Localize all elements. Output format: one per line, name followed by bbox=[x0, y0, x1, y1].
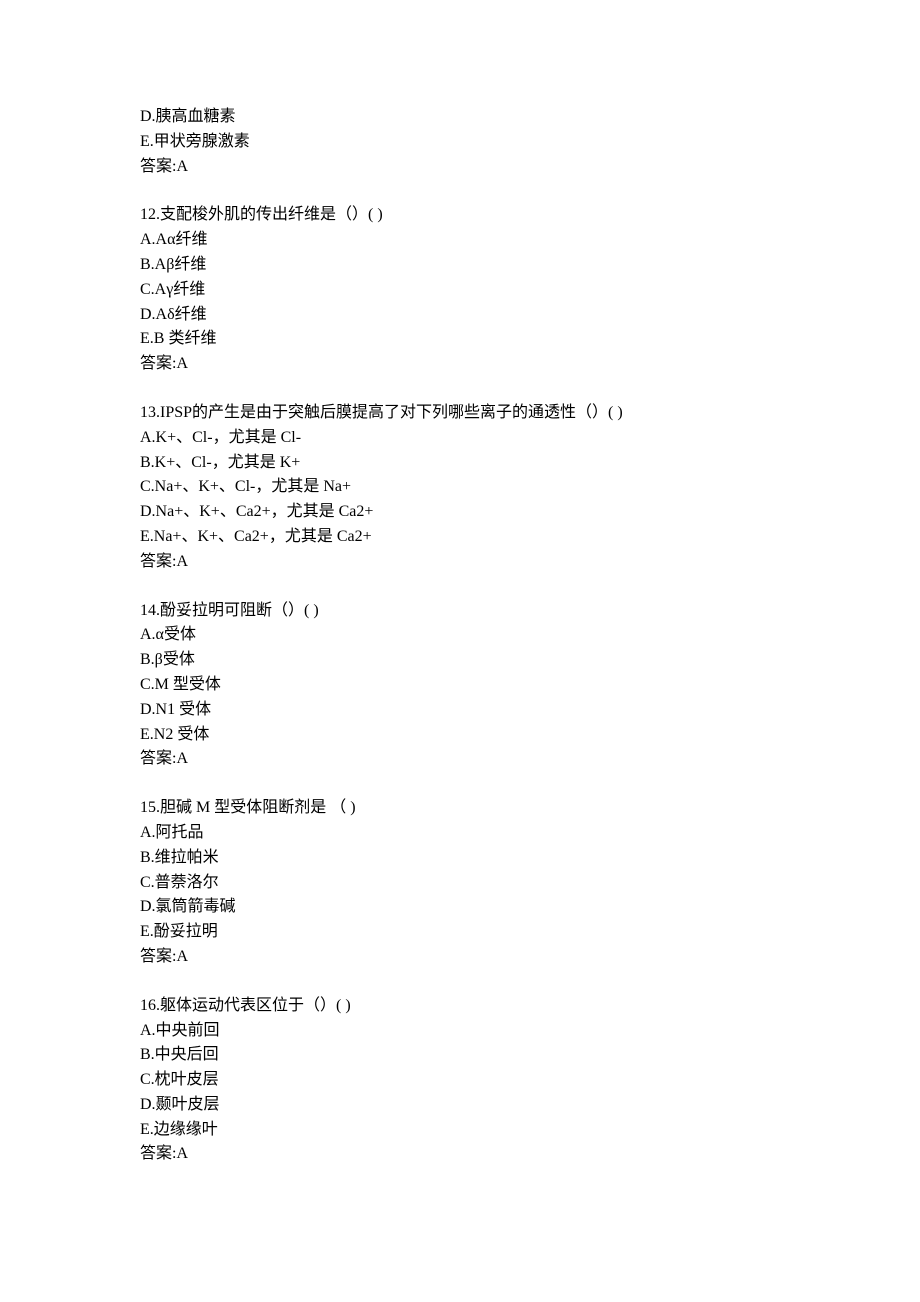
question-option: E.B 类纤维 bbox=[140, 327, 920, 352]
question-answer: 答案:A bbox=[140, 1142, 920, 1167]
question-option: C.Aγ纤维 bbox=[140, 278, 920, 303]
intro-block: D.胰高血糖素 E.甲状旁腺激素 答案:A bbox=[140, 105, 920, 179]
question-stem: 12.支配梭外肌的传出纤维是（）( ) bbox=[140, 203, 920, 228]
question-stem: 16.躯体运动代表区位于（）( ) bbox=[140, 994, 920, 1019]
question-option: A.α受体 bbox=[140, 623, 920, 648]
question-option: C.普萘洛尔 bbox=[140, 871, 920, 896]
question-option: D.氯筒箭毒碱 bbox=[140, 895, 920, 920]
question-answer: 答案:A bbox=[140, 550, 920, 575]
question-option: B.K+、Cl-，尤其是 K+ bbox=[140, 451, 920, 476]
question-option: E.Na+、K+、Ca2+，尤其是 Ca2+ bbox=[140, 525, 920, 550]
question-option: E.N2 受体 bbox=[140, 723, 920, 748]
question-block-15: 15.胆碱 M 型受体阻断剂是 （ ) A.阿托品 B.维拉帕米 C.普萘洛尔 … bbox=[140, 796, 920, 970]
question-option: B.维拉帕米 bbox=[140, 846, 920, 871]
question-option: A.中央前回 bbox=[140, 1019, 920, 1044]
question-option: B.Aβ纤维 bbox=[140, 253, 920, 278]
question-option: C.枕叶皮层 bbox=[140, 1068, 920, 1093]
question-option: C.M 型受体 bbox=[140, 673, 920, 698]
question-option: B.中央后回 bbox=[140, 1043, 920, 1068]
intro-line: D.胰高血糖素 bbox=[140, 105, 920, 130]
intro-answer: 答案:A bbox=[140, 155, 920, 180]
question-block-13: 13.IPSP的产生是由于突触后膜提高了对下列哪些离子的通透性（）( ) A.K… bbox=[140, 401, 920, 575]
question-option: D.N1 受体 bbox=[140, 698, 920, 723]
question-answer: 答案:A bbox=[140, 747, 920, 772]
question-block-14: 14.酚妥拉明可阻断（）( ) A.α受体 B.β受体 C.M 型受体 D.N1… bbox=[140, 599, 920, 773]
question-stem: 15.胆碱 M 型受体阻断剂是 （ ) bbox=[140, 796, 920, 821]
question-option: A.阿托品 bbox=[140, 821, 920, 846]
question-stem: 14.酚妥拉明可阻断（）( ) bbox=[140, 599, 920, 624]
question-block-16: 16.躯体运动代表区位于（）( ) A.中央前回 B.中央后回 C.枕叶皮层 D… bbox=[140, 994, 920, 1168]
question-option: E.边缘缘叶 bbox=[140, 1118, 920, 1143]
question-option: A.Aα纤维 bbox=[140, 228, 920, 253]
question-option: A.K+、Cl-，尤其是 Cl- bbox=[140, 426, 920, 451]
question-answer: 答案:A bbox=[140, 945, 920, 970]
question-stem: 13.IPSP的产生是由于突触后膜提高了对下列哪些离子的通透性（）( ) bbox=[140, 401, 920, 426]
intro-line: E.甲状旁腺激素 bbox=[140, 130, 920, 155]
question-block-12: 12.支配梭外肌的传出纤维是（）( ) A.Aα纤维 B.Aβ纤维 C.Aγ纤维… bbox=[140, 203, 920, 377]
question-option: C.Na+、K+、Cl-，尤其是 Na+ bbox=[140, 475, 920, 500]
question-option: B.β受体 bbox=[140, 648, 920, 673]
question-option: D.Aδ纤维 bbox=[140, 303, 920, 328]
question-answer: 答案:A bbox=[140, 352, 920, 377]
question-option: E.酚妥拉明 bbox=[140, 920, 920, 945]
question-option: D.颞叶皮层 bbox=[140, 1093, 920, 1118]
question-option: D.Na+、K+、Ca2+，尤其是 Ca2+ bbox=[140, 500, 920, 525]
